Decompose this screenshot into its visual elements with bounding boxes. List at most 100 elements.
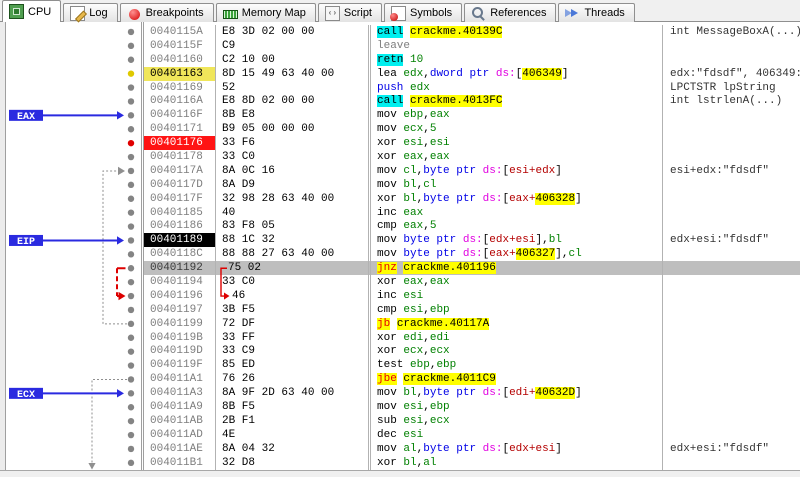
disasm-row-0040117A[interactable]: 0040117A8A 0C 16mov cl,byte ptr ds:[esi+… xyxy=(144,164,800,178)
register-marker-label: EAX xyxy=(17,112,35,123)
breakpoint-dot[interactable] xyxy=(128,265,134,271)
tab-memory-map[interactable]: Memory Map xyxy=(216,3,316,22)
disassembly-listing[interactable]: 0040115AE8 3D 02 00 00call crackme.40139… xyxy=(143,22,800,470)
instruction-token: [ xyxy=(502,165,509,177)
breakpoint-dot[interactable] xyxy=(128,29,134,35)
breakpoint-dot[interactable] xyxy=(128,168,134,174)
breakpoint-dot[interactable] xyxy=(128,307,134,313)
disasm-row-00401160[interactable]: 00401160C2 10 00retn 10 xyxy=(144,53,800,67)
instruction-token: byte ptr xyxy=(423,193,482,205)
bytes-cell: 33 FF xyxy=(216,331,369,345)
disasm-row-00401185[interactable]: 0040118540inc eax xyxy=(144,206,800,220)
disasm-row-00401189[interactable]: 0040118988 1C 32mov byte ptr ds:[edx+esi… xyxy=(144,233,800,247)
breakpoint-dot[interactable] xyxy=(128,460,134,466)
disasm-row-0040118C[interactable]: 0040118C88 88 27 63 40 00mov byte ptr ds… xyxy=(144,247,800,261)
breakpoint-dot[interactable] xyxy=(128,223,134,229)
instruction-token: [ xyxy=(516,68,523,80)
instruction-token: mov xyxy=(377,179,397,191)
disasm-row-004011A9[interactable]: 004011A98B F5mov esi,ebp xyxy=(144,400,800,414)
disasm-row-0040117F[interactable]: 0040117F32 98 28 63 40 00xor bl,byte ptr… xyxy=(144,192,800,206)
breakpoint-dot[interactable] xyxy=(128,376,134,382)
instruction-cell: xor eax,eax xyxy=(370,275,662,289)
instruction-token: edi xyxy=(403,332,423,344)
disasm-row-00401163[interactable]: 004011638D 15 49 63 40 00lea edx,dword p… xyxy=(144,67,800,81)
instruction-cell: xor edi,edi xyxy=(370,331,662,345)
disasm-row-0040116A[interactable]: 0040116AE8 8D 02 00 00call crackme.4013F… xyxy=(144,94,800,108)
tab-breakpoints[interactable]: Breakpoints xyxy=(120,3,214,22)
tab-script[interactable]: Script xyxy=(318,3,382,22)
instruction-token: , xyxy=(430,359,437,371)
disasm-row-00401194[interactable]: 0040119433 C0xor eax,eax xyxy=(144,275,800,289)
instruction-token: al xyxy=(403,443,416,455)
disasm-row-0040119F[interactable]: 0040119F85 EDtest ebp,ebp xyxy=(144,358,800,372)
tab-symbols[interactable]: Symbols xyxy=(384,3,462,22)
breakpoint-dot[interactable] xyxy=(128,404,134,410)
address-cell: 0040116F xyxy=(144,108,216,122)
breakpoint-dot[interactable] xyxy=(128,43,134,49)
instruction-token xyxy=(390,318,397,330)
breakpoint-dot[interactable] xyxy=(128,57,134,63)
log-icon xyxy=(70,6,85,21)
breakpoint-dot[interactable] xyxy=(128,112,134,118)
tab-cpu[interactable]: CPU xyxy=(2,0,61,22)
tab-threads[interactable]: Threads xyxy=(558,3,634,22)
breakpoint-dot[interactable] xyxy=(128,348,134,354)
disasm-row-0040117D[interactable]: 0040117D8A D9mov bl,cl xyxy=(144,178,800,192)
disasm-row-004011A1[interactable]: 004011A176 26jbe crackme.4011C9 xyxy=(144,372,800,386)
breakpoint-dot[interactable] xyxy=(128,84,134,90)
breakpoint-dot[interactable] xyxy=(128,335,134,341)
instruction-token: esi+edx xyxy=(509,165,555,177)
disasm-row-00401199[interactable]: 0040119972 DFjb crackme.40117A xyxy=(144,317,800,331)
disasm-row-00401186[interactable]: 0040118683 F8 05cmp eax,5 xyxy=(144,219,800,233)
disasm-row-004011AB[interactable]: 004011AB2B F1sub esi,ecx xyxy=(144,414,800,428)
disasm-row-0040116F[interactable]: 0040116F8B E8mov ebp,eax xyxy=(144,108,800,122)
breakpoint-dot[interactable] xyxy=(128,251,134,257)
breakpoint-dot[interactable] xyxy=(128,196,134,202)
breakpoint-dot[interactable] xyxy=(128,140,134,146)
instruction-token: [ xyxy=(502,387,509,399)
instruction-token: 10 xyxy=(410,54,423,66)
disasm-row-00401178[interactable]: 0040117833 C0xor eax,eax xyxy=(144,150,800,164)
address-cell: 00401171 xyxy=(144,122,216,136)
instruction-token: eax xyxy=(403,220,423,232)
disasm-row-004011A3[interactable]: 004011A38A 9F 2D 63 40 00mov bl,byte ptr… xyxy=(144,386,800,400)
tab-references[interactable]: References xyxy=(464,3,556,22)
breakpoint-dot[interactable] xyxy=(128,390,134,396)
disasm-row-0040119B[interactable]: 0040119B33 FFxor edi,edi xyxy=(144,331,800,345)
disasm-row-004011AE[interactable]: 004011AE8A 04 32mov al,byte ptr ds:[edx+… xyxy=(144,442,800,456)
instruction-cell: xor bl,al xyxy=(370,456,662,470)
breakpoint-dot[interactable] xyxy=(128,182,134,188)
tab-log[interactable]: Log xyxy=(63,3,117,22)
bytes-cell: C2 10 00 xyxy=(216,53,369,67)
breakpoint-dot[interactable] xyxy=(128,432,134,438)
disasm-row-0040115F[interactable]: 0040115FC9leave xyxy=(144,39,800,53)
disasm-row-00401176[interactable]: 0040117633 F6xor esi,esi xyxy=(144,136,800,150)
disasm-row-00401196[interactable]: 0040119646inc esi xyxy=(144,289,800,303)
instruction-token xyxy=(403,359,410,371)
breakpoint-dot[interactable] xyxy=(128,418,134,424)
breakpoint-dot[interactable] xyxy=(128,154,134,160)
disasm-row-00401197[interactable]: 004011973B F5cmp esi,ebp xyxy=(144,303,800,317)
instruction-token xyxy=(397,332,404,344)
bytes-cell: 75 02 xyxy=(216,261,369,275)
breakpoint-dot[interactable] xyxy=(128,237,134,243)
instruction-cell: mov cl,byte ptr ds:[esi+edx] xyxy=(370,164,662,178)
breakpoint-dot[interactable] xyxy=(128,70,134,76)
disasm-row-0040115A[interactable]: 0040115AE8 3D 02 00 00call crackme.40139… xyxy=(144,25,800,39)
breakpoint-dot[interactable] xyxy=(128,321,134,327)
breakpoint-dot[interactable] xyxy=(128,446,134,452)
disasm-row-004011AD[interactable]: 004011AD4Edec esi xyxy=(144,428,800,442)
breakpoint-dot[interactable] xyxy=(128,293,134,299)
breakpoint-dot[interactable] xyxy=(128,362,134,368)
disasm-row-00401171[interactable]: 00401171B9 05 00 00 00mov ecx,5 xyxy=(144,122,800,136)
disasm-row-004011B1[interactable]: 004011B132 D8xor bl,al xyxy=(144,456,800,470)
instruction-token: xor xyxy=(377,345,397,357)
breakpoint-dot[interactable] xyxy=(128,126,134,132)
disasm-row-00401192[interactable]: 0040119275 02jnz crackme.401196 xyxy=(144,261,800,275)
disasm-row-00401169[interactable]: 0040116952push edxLPCTSTR lpString xyxy=(144,81,800,95)
address-cell: 004011B1 xyxy=(144,456,216,470)
disasm-row-0040119D[interactable]: 0040119D33 C9xor ecx,ecx xyxy=(144,344,800,358)
breakpoint-dot[interactable] xyxy=(128,279,134,285)
breakpoint-dot[interactable] xyxy=(128,98,134,104)
breakpoint-dot[interactable] xyxy=(128,209,134,215)
